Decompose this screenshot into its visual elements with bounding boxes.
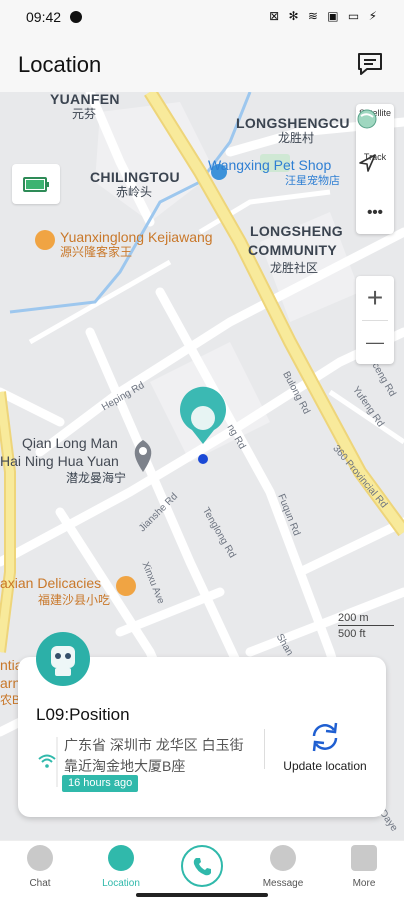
eye-icon: [270, 845, 296, 871]
more-options-button[interactable]: •••: [356, 204, 394, 221]
phone-icon: [181, 845, 223, 887]
map-label: 龙胜村: [278, 131, 315, 145]
satellite-button[interactable]: Satellite: [356, 108, 394, 129]
update-location-button[interactable]: Update location: [270, 719, 380, 781]
zoom-out-button[interactable]: —: [356, 320, 394, 364]
nav-message[interactable]: Message: [243, 845, 323, 889]
navigation-arrow-icon: [359, 154, 376, 172]
map-label: 汪星宠物店: [285, 175, 340, 187]
status-icons: ⊠ ✻ ≋ ▣ ▭ ⚡: [269, 9, 380, 23]
nav-location[interactable]: Location: [81, 845, 161, 889]
map-label: CHILINGTOU: [90, 169, 180, 185]
nav-label: Chat: [29, 878, 51, 889]
address-text: 广东省 深圳市 龙华区 白玉街 靠近淘金地大厦B座: [64, 737, 244, 774]
map-controls: Satellite Track •••: [356, 104, 394, 234]
grid-icon: [351, 845, 377, 871]
map-label: 福建沙县小吃: [38, 593, 111, 607]
map-label: Qian Long Man: [22, 435, 118, 451]
nav-call[interactable]: [162, 845, 242, 892]
scale-metric: 200 m: [338, 612, 394, 626]
status-time: 09:42: [26, 9, 62, 25]
map-label: 源兴隆客家王: [60, 245, 133, 259]
map-label: 龙胜社区: [270, 261, 319, 275]
app-header: Location: [0, 34, 404, 92]
nav-label: More: [352, 878, 376, 889]
map-label: LONGSHENG: [250, 223, 343, 239]
map-label: Hai Ning Hua Yuan: [0, 453, 119, 469]
notification-icon: [70, 11, 82, 23]
track-button[interactable]: Track: [356, 152, 394, 172]
chat-icon: [27, 845, 53, 871]
map-label: 农B: [0, 693, 21, 707]
zoom-controls: + —: [356, 276, 394, 364]
home-indicator: [136, 893, 268, 897]
battery-card: [12, 164, 60, 204]
map-label: 潜龙曼海宁: [66, 471, 127, 485]
device-title: L09:Position: [36, 705, 130, 724]
chat-bubble-icon[interactable]: [356, 51, 384, 77]
card-divider: [264, 729, 265, 769]
scale-imperial: 500 ft: [338, 628, 366, 640]
device-avatar[interactable]: [36, 632, 90, 686]
map-label: Yuanxinglong Kejiawang: [60, 229, 213, 245]
address-divider: [56, 737, 58, 787]
map-label: LONGSHENGCU: [236, 115, 350, 131]
map-label: YUANFEN: [50, 92, 120, 107]
map-label: COMMUNITY: [248, 242, 338, 258]
map-label: 元芬: [72, 107, 97, 121]
status-bar: 09:42 ⊠ ✻ ≋ ▣ ▭ ⚡: [0, 0, 404, 34]
update-location-label: Update location: [283, 759, 367, 773]
battery-icon: [23, 177, 49, 192]
wifi-icon: [38, 754, 56, 773]
satellite-icon: [357, 109, 377, 129]
nav-label: Message: [262, 878, 304, 889]
nav-label: Location: [102, 878, 140, 889]
time-badge: 16 hours ago: [62, 775, 139, 792]
map-label: 赤岭头: [116, 185, 153, 199]
map-label: axian Delicacies: [0, 575, 102, 591]
page-title: Location: [18, 52, 102, 77]
location-icon: [108, 845, 134, 871]
map-label: Wangxing Pet Shop: [208, 157, 332, 173]
map-scale: 200 m 500 ft: [338, 612, 394, 640]
refresh-icon: [312, 722, 338, 752]
nav-chat[interactable]: Chat: [0, 845, 80, 889]
nav-more[interactable]: More: [324, 845, 404, 889]
bottom-nav: Chat Location Message More: [0, 840, 404, 901]
zoom-in-button[interactable]: +: [356, 276, 394, 320]
